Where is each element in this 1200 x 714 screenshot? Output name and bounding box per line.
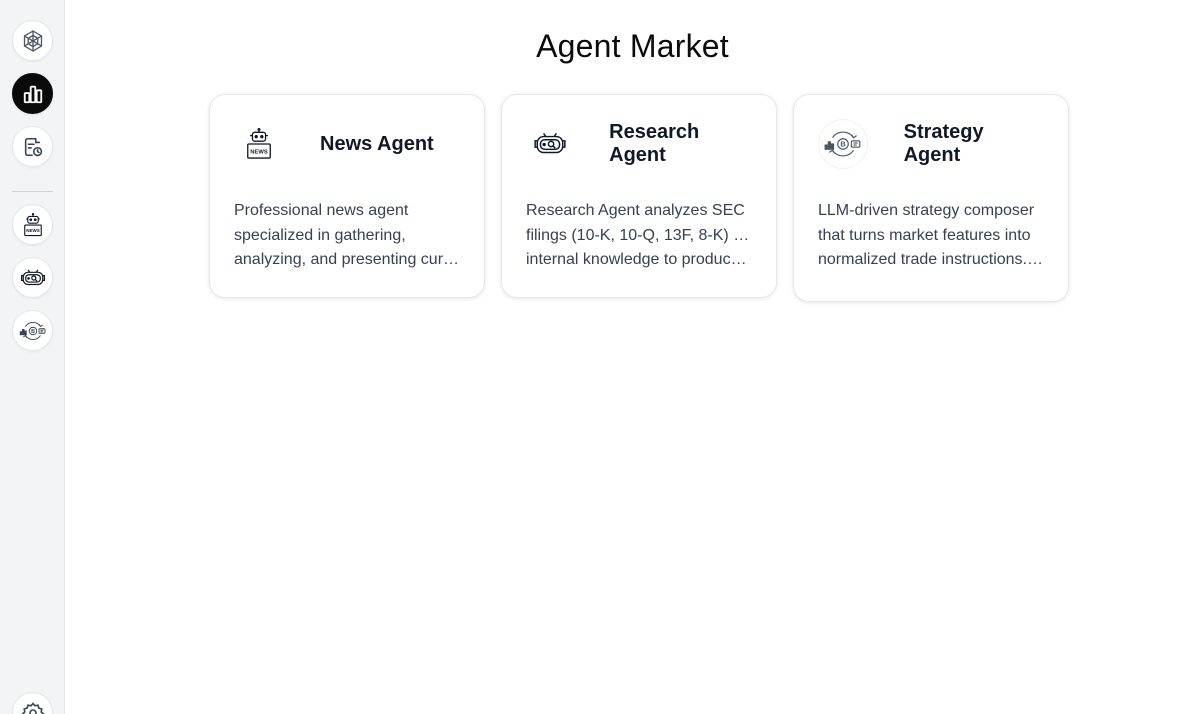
agent-description: Research Agent analyzes SEC filings (10-…: [526, 199, 752, 273]
history-icon: [24, 137, 42, 156]
description-line: filings (10-K, 10-Q, 13F, 8-K) and: [526, 226, 752, 244]
sidebar-item-home[interactable]: [12, 20, 53, 61]
logo-icon: [23, 29, 42, 52]
description-line: LLM-driven strategy composer: [818, 202, 1035, 219]
description-line: that turns market features into: [818, 226, 1031, 244]
agent-card-strategy[interactable]: B Strategy Agent LLM-driven strategy com…: [793, 94, 1069, 302]
card-avatar: [526, 119, 574, 169]
card-avatar: NEWS: [234, 119, 284, 169]
sidebar-item-news-agent[interactable]: NEWS: [12, 204, 53, 245]
description-line: normalized trade instructions.…: [818, 251, 1043, 268]
agent-card-news[interactable]: NEWS News Agent Professional news agent …: [209, 94, 485, 298]
agent-name: Research Agent: [609, 121, 700, 166]
chart-icon: [23, 85, 42, 103]
card-header: B Strategy Agent: [818, 119, 1044, 169]
svg-text:B: B: [840, 140, 845, 149]
sidebar-item-history[interactable]: [12, 126, 53, 167]
sidebar-divider: [12, 191, 53, 192]
card-header: NEWS News Agent: [234, 119, 460, 169]
research-robot-icon: [533, 132, 566, 154]
research-robot-icon: [20, 269, 45, 285]
svg-text:B: B: [31, 328, 35, 334]
news-robot-icon: NEWS: [247, 127, 271, 159]
card-header: Research Agent: [526, 119, 752, 169]
agent-card-research[interactable]: Research Agent Research Agent analyzes S…: [501, 94, 777, 298]
sidebar: NEWS B: [0, 0, 65, 714]
svg-text:NEWS: NEWS: [26, 228, 40, 233]
strategy-icon: B: [824, 131, 861, 157]
settings-icon: [20, 701, 45, 714]
svg-text:NEWS: NEWS: [250, 149, 268, 155]
description-line: internal knowledge to produce…: [526, 251, 752, 268]
strategy-icon: B: [19, 321, 45, 340]
sidebar-item-strategy-agent[interactable]: B: [12, 310, 53, 351]
sidebar-item-settings[interactable]: [12, 692, 53, 714]
sidebar-item-research-agent[interactable]: [12, 257, 53, 298]
description-line: Professional news agent: [234, 202, 409, 219]
description-line: Research Agent analyzes SEC: [526, 202, 745, 219]
agent-name: News Agent: [320, 132, 434, 155]
agent-description: LLM-driven strategy composer that turns …: [818, 199, 1044, 273]
description-line: specialized in gathering,: [234, 226, 406, 244]
agent-description: Professional news agent specialized in g…: [234, 199, 460, 273]
agent-name: Strategy Agent: [903, 121, 984, 166]
sidebar-item-market[interactable]: [12, 73, 53, 114]
page-title: Agent Market: [536, 28, 729, 64]
news-robot-icon: NEWS: [23, 212, 42, 236]
card-avatar: B: [818, 119, 868, 169]
description-line: analyzing, and presenting curre…: [234, 251, 460, 268]
